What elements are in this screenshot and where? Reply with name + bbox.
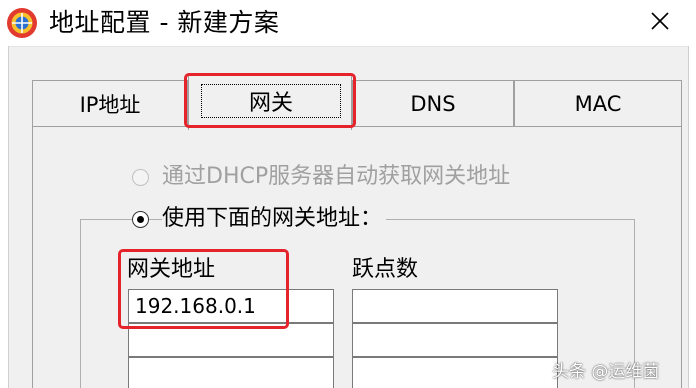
tab-focus-rect: 网关 bbox=[201, 84, 341, 118]
gateway-field-1[interactable] bbox=[128, 289, 334, 323]
radio-selected-dot bbox=[137, 216, 144, 223]
watermark-text: 头条 @运维菌 bbox=[552, 361, 660, 382]
close-button[interactable] bbox=[640, 0, 680, 46]
radio-auto-gateway[interactable] bbox=[132, 169, 149, 186]
radio-manual-gateway[interactable] bbox=[132, 211, 149, 228]
window-frame-left bbox=[0, 46, 9, 388]
tab-label: 网关 bbox=[248, 91, 293, 116]
metric-column-label: 跃点数 bbox=[352, 257, 419, 282]
gateway-field-2[interactable] bbox=[128, 323, 334, 357]
metric-field-3[interactable] bbox=[352, 357, 558, 388]
title-bar: 地址配置 - 新建方案 bbox=[0, 0, 696, 47]
tab-label: DNS bbox=[410, 91, 456, 116]
watermark: 头条 @运维菌 bbox=[552, 356, 659, 382]
tab-mac[interactable]: MAC bbox=[514, 80, 682, 126]
app-logo-icon bbox=[6, 7, 38, 39]
tab-ip-address[interactable]: IP地址 bbox=[32, 80, 188, 126]
tab-label: IP地址 bbox=[79, 92, 141, 117]
radio-label-manual-gateway: 使用下面的网关地址： bbox=[162, 204, 387, 234]
window-frame-right bbox=[688, 46, 696, 388]
close-icon bbox=[650, 11, 670, 35]
gateway-column-label: 网关地址 bbox=[127, 257, 216, 282]
address-config-window: 地址配置 - 新建方案 IP地址 DNS MAC 网关 通过DHCP服务器自动获… bbox=[0, 0, 696, 388]
tab-dns[interactable]: DNS bbox=[352, 80, 514, 126]
radio-label-auto-gateway: 通过DHCP服务器自动获取网关地址 bbox=[162, 164, 511, 189]
window-title: 地址配置 - 新建方案 bbox=[49, 8, 280, 37]
tab-gateway[interactable]: 网关 bbox=[188, 74, 352, 130]
metric-field-1[interactable] bbox=[352, 289, 558, 323]
gateway-field-3[interactable] bbox=[128, 357, 334, 388]
metric-field-2[interactable] bbox=[352, 323, 558, 357]
tab-label: MAC bbox=[574, 91, 622, 116]
